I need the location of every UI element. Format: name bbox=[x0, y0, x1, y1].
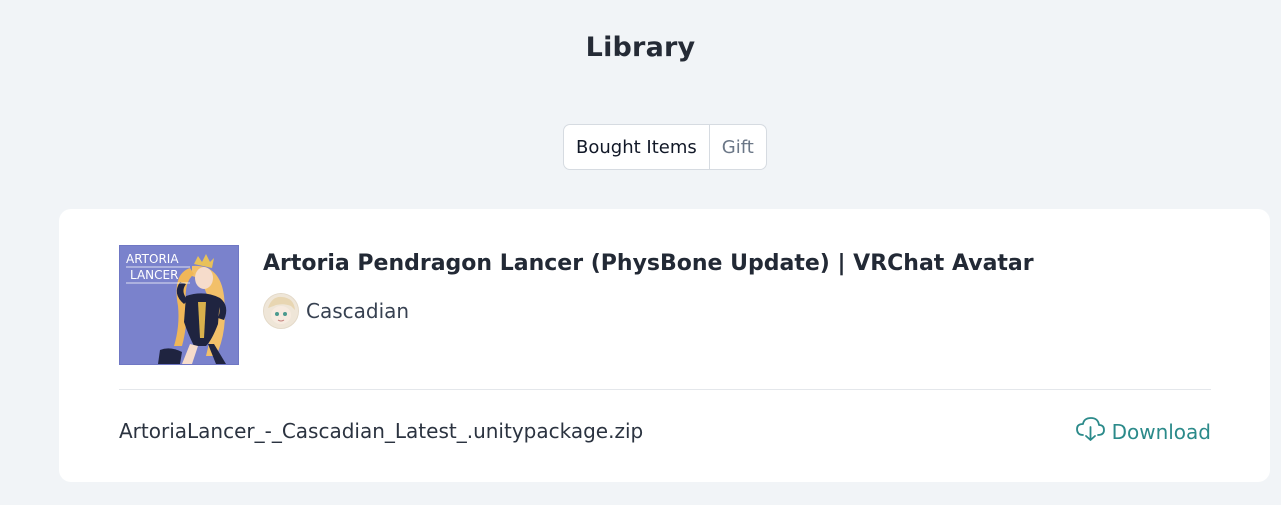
thumbnail-artwork: ARTORIA LANCER bbox=[120, 246, 238, 364]
download-label: Download bbox=[1111, 419, 1211, 444]
library-item-card: ARTORIA LANCER Artoria Pendragon Lancer … bbox=[59, 209, 1270, 482]
item-title[interactable]: Artoria Pendragon Lancer (PhysBone Updat… bbox=[263, 251, 1034, 276]
thumbnail-text-line2: LANCER bbox=[130, 268, 178, 282]
library-tabs: Bought Items Gift bbox=[563, 124, 767, 170]
author-avatar bbox=[263, 293, 299, 329]
download-button[interactable]: Download bbox=[1075, 416, 1211, 447]
tab-bought-items[interactable]: Bought Items bbox=[564, 125, 709, 169]
avatar-icon bbox=[264, 294, 298, 328]
card-divider bbox=[119, 389, 1211, 390]
author-link[interactable]: Cascadian bbox=[263, 293, 409, 329]
item-thumbnail[interactable]: ARTORIA LANCER bbox=[119, 245, 239, 365]
tab-gift[interactable]: Gift bbox=[708, 125, 766, 169]
author-name: Cascadian bbox=[306, 299, 410, 323]
file-name: ArtoriaLancer_-_Cascadian_Latest_.unityp… bbox=[119, 419, 644, 443]
cloud-download-icon bbox=[1075, 416, 1106, 447]
thumbnail-text-line1: ARTORIA bbox=[126, 252, 179, 266]
page-title: Library bbox=[585, 32, 696, 63]
